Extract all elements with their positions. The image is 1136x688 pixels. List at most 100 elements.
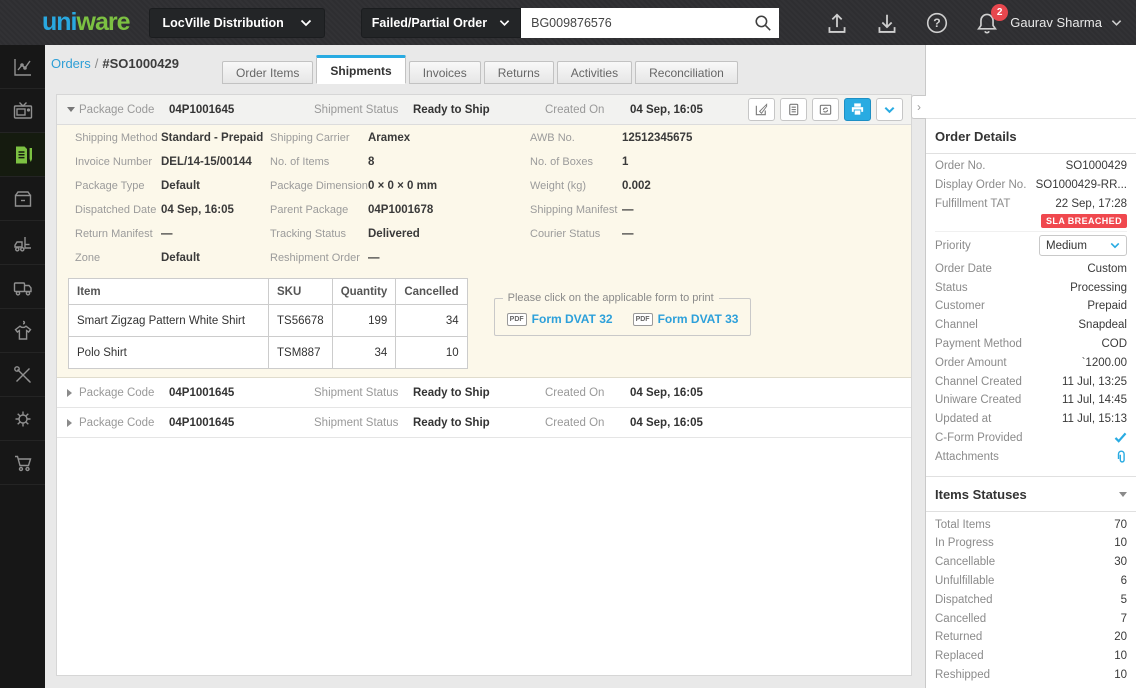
breadcrumb-tabs-row: Orders/#SO1000429 Order Items Shipments … xyxy=(45,45,925,84)
print-forms-box: Please click on the applicable form to p… xyxy=(494,298,752,336)
form-dvat-32-link[interactable]: PDF Form DVAT 32 xyxy=(507,312,613,326)
expand-expander-icon[interactable] xyxy=(57,419,79,427)
notifications-bell-icon[interactable]: 2 xyxy=(975,11,999,35)
chevron-down-icon xyxy=(300,19,312,27)
cancelled-cell: 10 xyxy=(396,337,467,369)
gear-icon xyxy=(11,407,35,431)
collapse-expander-icon[interactable] xyxy=(57,107,79,112)
channels-tv-icon xyxy=(11,99,35,123)
breadcrumb-separator: / xyxy=(91,56,103,71)
edit-package-button[interactable] xyxy=(748,98,775,121)
items-statuses-title: Items Statuses xyxy=(926,477,1136,512)
payment-method-row: Payment MethodCOD xyxy=(935,335,1127,354)
quantity-cell: 199 xyxy=(332,305,396,337)
sidebar-item-tools[interactable] xyxy=(0,353,45,397)
expand-expander-icon[interactable] xyxy=(57,389,79,397)
sidebar-item-fulfillment[interactable] xyxy=(0,221,45,265)
sidebar-item-settings[interactable] xyxy=(0,397,45,441)
priority-select[interactable]: Medium xyxy=(1039,235,1127,256)
cancelled-cell: 34 xyxy=(396,305,467,337)
created-on-value: 04 Sep, 16:05 xyxy=(630,104,703,116)
updated-at-row: Updated at11 Jul, 15:13 xyxy=(935,410,1127,429)
shipments-content-panel: Package Code 04P1001645 Shipment Status … xyxy=(56,94,912,676)
pdf-icon: PDF xyxy=(507,313,527,326)
table-row: Smart Zigzag Pattern White Shirt TS56678… xyxy=(69,305,468,337)
breadcrumb-orders-link[interactable]: Orders xyxy=(51,56,91,71)
collapse-triangle-icon[interactable] xyxy=(1119,492,1127,497)
reassign-package-button[interactable] xyxy=(812,98,839,121)
customer-row: CustomerPrepaid xyxy=(935,297,1127,316)
analytics-chart-icon xyxy=(11,55,35,79)
chevron-down-icon xyxy=(1110,242,1120,249)
order-date-row: Order DateCustom xyxy=(935,259,1127,278)
sidebar-item-channels[interactable] xyxy=(0,89,45,133)
tab-shipments[interactable]: Shipments xyxy=(316,55,405,84)
items-statuses-rows: Total Items70 In Progress10 Cancellable3… xyxy=(926,512,1136,684)
print-package-button[interactable] xyxy=(844,98,871,121)
channel-created-row: Channel Created11 Jul, 13:25 xyxy=(935,372,1127,391)
user-name: Gaurav Sharma xyxy=(1010,15,1102,30)
display-order-no-row: Display Order No. SO1000429-RR... xyxy=(935,176,1127,195)
tab-invoices[interactable]: Invoices xyxy=(409,61,481,84)
more-print-options-button[interactable] xyxy=(876,98,903,121)
download-icon[interactable] xyxy=(875,11,899,35)
tools-icon xyxy=(11,363,35,387)
logo-ware-text: ware xyxy=(77,8,130,36)
sidebar-item-inventory[interactable] xyxy=(0,177,45,221)
total-items-row: Total Items70 xyxy=(935,515,1127,534)
help-icon[interactable]: ? xyxy=(925,11,949,35)
tab-order-items[interactable]: Order Items xyxy=(222,61,313,84)
quantity-cell: 34 xyxy=(332,337,396,369)
cancellable-row: Cancellable30 xyxy=(935,553,1127,572)
tab-activities[interactable]: Activities xyxy=(557,61,632,84)
top-bar: uniware LocVille Distribution Failed/Par… xyxy=(0,0,1136,45)
form-dvat-33-link[interactable]: PDF Form DVAT 33 xyxy=(633,312,739,326)
package-details-body: Shipping MethodStandard - Prepaid Invoic… xyxy=(57,125,911,378)
chevron-down-icon xyxy=(1111,19,1122,27)
sku-cell: TS56678 xyxy=(269,305,333,337)
notification-count-badge: 2 xyxy=(991,4,1008,21)
panel-collapse-handle[interactable]: › xyxy=(911,95,926,119)
details-column-3: AWB No.12512345675 No. of Boxes1 Weight … xyxy=(530,126,911,270)
c-form-provided-row: C-Form Provided xyxy=(935,429,1127,448)
priority-row: Priority Medium xyxy=(935,231,1127,259)
in-progress-row: In Progress10 xyxy=(935,534,1127,553)
item-name-cell: Polo Shirt xyxy=(69,337,269,369)
order-no-row: Order No. SO1000429 xyxy=(935,157,1127,176)
fulfillment-tat-row: Fulfillment TAT 22 Sep, 17:28 xyxy=(935,195,1127,214)
shipment-status-value: Ready to Ship xyxy=(413,104,545,116)
order-details-rows: Order No. SO1000429 Display Order No. SO… xyxy=(926,154,1136,466)
paperclip-icon[interactable] xyxy=(1115,450,1127,464)
sku-cell: TSM887 xyxy=(269,337,333,369)
logo-uni-text: uni xyxy=(42,8,77,36)
search-icon[interactable] xyxy=(754,14,772,32)
package-header-row: Package Code 04P1001645 Shipment Status … xyxy=(57,95,911,125)
facility-dropdown[interactable]: LocVille Distribution xyxy=(149,8,324,38)
col-sku: SKU xyxy=(269,279,333,305)
main-area: Orders/#SO1000429 Order Items Shipments … xyxy=(45,45,925,688)
package-notes-button[interactable] xyxy=(780,98,807,121)
item-name-cell: Smart Zigzag Pattern White Shirt xyxy=(69,305,269,337)
tab-returns[interactable]: Returns xyxy=(484,61,554,84)
items-table-header-row: Item SKU Quantity Cancelled xyxy=(69,279,468,305)
search-type-label: Failed/Partial Order xyxy=(372,16,487,30)
user-menu[interactable]: Gaurav Sharma xyxy=(1010,15,1122,30)
collapsed-package-row: Package Code 04P1001645 Shipment Status … xyxy=(57,408,911,438)
search-type-dropdown[interactable]: Failed/Partial Order xyxy=(361,8,521,38)
breadcrumb: Orders/#SO1000429 xyxy=(51,56,179,71)
search-input[interactable] xyxy=(521,8,779,38)
collapsed-package-row: Package Code 04P1001645 Shipment Status … xyxy=(57,378,911,408)
col-quantity: Quantity xyxy=(332,279,396,305)
sidebar-item-analytics[interactable] xyxy=(0,45,45,89)
sidebar-item-orders[interactable] xyxy=(0,133,45,177)
uniware-logo[interactable]: uniware xyxy=(42,0,129,45)
upload-icon[interactable] xyxy=(825,11,849,35)
printer-icon xyxy=(850,102,865,117)
sidebar-item-purchase[interactable] xyxy=(0,441,45,485)
sidebar-item-shipping[interactable] xyxy=(0,265,45,309)
sidebar-item-catalog[interactable] xyxy=(0,309,45,353)
note-document-icon xyxy=(786,102,801,117)
tab-reconciliation[interactable]: Reconciliation xyxy=(635,61,738,84)
order-amount-row: Order Amount`1200.00 xyxy=(935,353,1127,372)
order-search: Failed/Partial Order xyxy=(361,8,779,38)
